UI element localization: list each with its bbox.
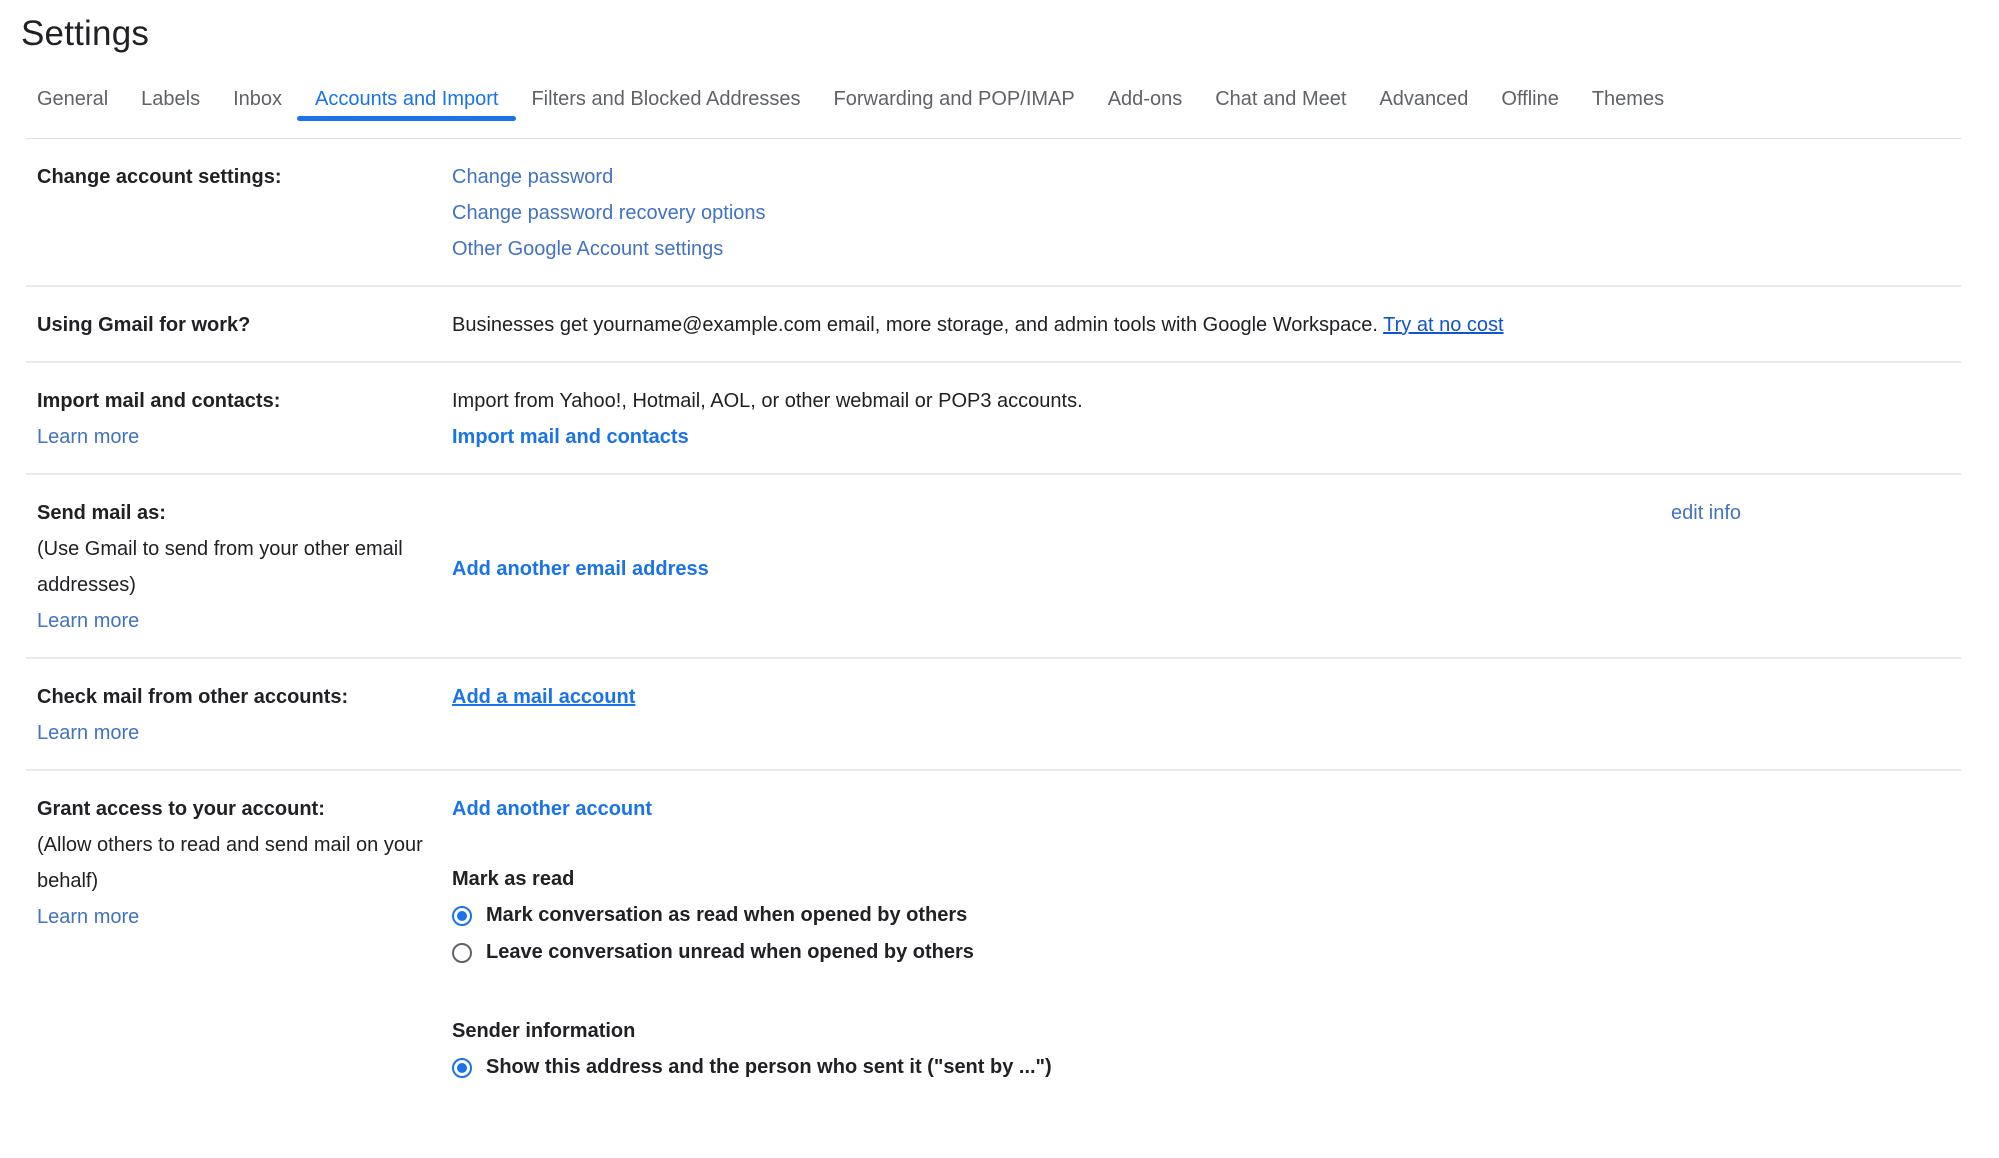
send-mail-as-label: Send mail as: xyxy=(37,495,452,531)
settings-tabbar: General Labels Inbox Accounts and Import… xyxy=(26,54,1961,139)
import-mail-label: Import mail and contacts: xyxy=(37,383,452,419)
tab-accounts-and-import[interactable]: Accounts and Import xyxy=(315,88,498,138)
grant-access-learn-more-link[interactable]: Learn more xyxy=(37,899,452,935)
grant-access-content: Add another account Mark as read Mark co… xyxy=(452,791,1961,1086)
change-account-settings-label-col: Change account settings: xyxy=(37,159,452,267)
import-mail-and-contacts-link[interactable]: Import mail and contacts xyxy=(452,419,1961,455)
row-change-account-settings: Change account settings: Change password… xyxy=(26,139,1961,285)
row-using-gmail-for-work: Using Gmail for work? Businesses get you… xyxy=(26,285,1961,361)
tab-advanced[interactable]: Advanced xyxy=(1379,88,1468,138)
grant-access-label-col: Grant access to your account: (Allow oth… xyxy=(37,791,452,1086)
grant-access-label: Grant access to your account: xyxy=(37,791,452,827)
row-grant-access-to-your-account: Grant access to your account: (Allow oth… xyxy=(26,769,1961,1104)
row-send-mail-as: Send mail as: (Use Gmail to send from yo… xyxy=(26,473,1961,657)
tab-themes[interactable]: Themes xyxy=(1592,88,1664,138)
change-password-recovery-options-link[interactable]: Change password recovery options xyxy=(452,195,1961,231)
try-at-no-cost-link[interactable]: Try at no cost xyxy=(1383,314,1503,336)
other-google-account-settings-link[interactable]: Other Google Account settings xyxy=(452,231,1961,267)
mark-as-read-heading: Mark as read xyxy=(452,861,1961,897)
show-sender-radio-label[interactable]: Show this address and the person who sen… xyxy=(486,1049,1052,1086)
send-mail-as-content: Add another email address xyxy=(452,495,1671,639)
gmail-for-work-label: Using Gmail for work? xyxy=(37,314,250,336)
import-mail-learn-more-link[interactable]: Learn more xyxy=(37,419,452,455)
change-password-link[interactable]: Change password xyxy=(452,159,1961,195)
check-mail-label: Check mail from other accounts: xyxy=(37,679,452,715)
tab-labels[interactable]: Labels xyxy=(141,88,200,138)
page-title: Settings xyxy=(21,14,1999,54)
add-another-email-address-link[interactable]: Add another email address xyxy=(452,551,1671,587)
tab-chat-and-meet[interactable]: Chat and Meet xyxy=(1215,88,1346,138)
leave-unread-radio-button[interactable] xyxy=(452,943,472,963)
import-mail-label-col: Import mail and contacts: Learn more xyxy=(37,383,452,455)
add-another-account-link[interactable]: Add another account xyxy=(452,791,1961,827)
check-mail-learn-more-link[interactable]: Learn more xyxy=(37,715,452,751)
change-account-settings-label: Change account settings: xyxy=(37,166,281,188)
tab-general[interactable]: General xyxy=(37,88,108,138)
send-mail-as-note: (Use Gmail to send from your other email… xyxy=(37,531,452,603)
import-mail-content: Import from Yahoo!, Hotmail, AOL, or oth… xyxy=(452,383,1961,455)
tab-forwarding-and-pop-imap[interactable]: Forwarding and POP/IMAP xyxy=(834,88,1075,138)
tab-filters-and-blocked-addresses[interactable]: Filters and Blocked Addresses xyxy=(531,88,800,138)
check-mail-label-col: Check mail from other accounts: Learn mo… xyxy=(37,679,452,751)
row-import-mail-and-contacts: Import mail and contacts: Learn more Imp… xyxy=(26,361,1961,473)
mark-read-radio-button[interactable] xyxy=(452,906,472,926)
sender-information-heading: Sender information xyxy=(452,1013,1961,1049)
gmail-for-work-content: Businesses get yourname@example.com emai… xyxy=(452,307,1961,343)
send-mail-as-label-col: Send mail as: (Use Gmail to send from yo… xyxy=(37,495,452,639)
add-a-mail-account-link[interactable]: Add a mail account xyxy=(452,686,635,708)
radio-row-mark-conversation-read[interactable]: Mark conversation as read when opened by… xyxy=(452,897,1961,934)
mark-read-radio-label[interactable]: Mark conversation as read when opened by… xyxy=(486,897,967,934)
show-sender-radio-button[interactable] xyxy=(452,1058,472,1078)
import-mail-text: Import from Yahoo!, Hotmail, AOL, or oth… xyxy=(452,383,1961,419)
tab-add-ons[interactable]: Add-ons xyxy=(1108,88,1183,138)
gmail-for-work-text: Businesses get yourname@example.com emai… xyxy=(452,314,1378,336)
send-mail-as-learn-more-link[interactable]: Learn more xyxy=(37,603,452,639)
radio-row-leave-conversation-unread[interactable]: Leave conversation unread when opened by… xyxy=(452,934,1961,971)
tab-inbox[interactable]: Inbox xyxy=(233,88,282,138)
grant-access-note: (Allow others to read and send mail on y… xyxy=(37,827,452,899)
send-mail-as-right-col: edit info xyxy=(1671,495,1961,639)
gmail-for-work-label-col: Using Gmail for work? xyxy=(37,307,452,343)
change-account-settings-content: Change password Change password recovery… xyxy=(452,159,1961,267)
row-check-mail-from-other-accounts: Check mail from other accounts: Learn mo… xyxy=(26,657,1961,769)
tab-offline[interactable]: Offline xyxy=(1501,88,1558,138)
radio-row-show-sender-address[interactable]: Show this address and the person who sen… xyxy=(452,1049,1961,1086)
settings-content: Change account settings: Change password… xyxy=(26,139,1961,1104)
edit-info-link[interactable]: edit info xyxy=(1671,502,1741,524)
check-mail-content: Add a mail account xyxy=(452,679,1961,751)
leave-unread-radio-label[interactable]: Leave conversation unread when opened by… xyxy=(486,934,974,971)
